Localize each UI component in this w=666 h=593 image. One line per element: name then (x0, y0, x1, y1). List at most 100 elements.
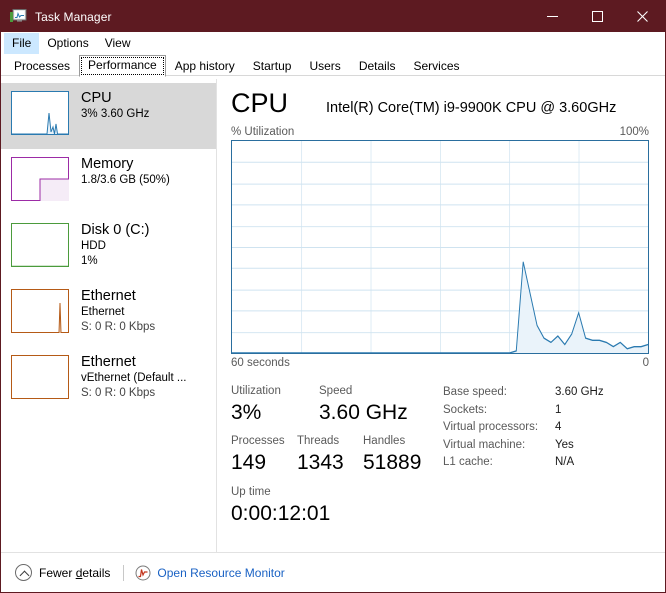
graph-ylabel: % Utilization (231, 126, 295, 138)
stats-area: Utilization 3% Speed 3.60 GHz Processes … (231, 383, 649, 528)
stat-processes-value: 149 (231, 451, 267, 474)
stat-utilization-label: Utilization (231, 385, 281, 397)
stat-speed: Speed 3.60 GHz (319, 383, 429, 427)
tab-users[interactable]: Users (300, 56, 350, 77)
stat-processes: Processes 149 (231, 433, 297, 477)
info-value-base-speed: 3.60 GHz (555, 386, 604, 398)
system-info-list: Base speed: 3.60 GHz Sockets: 1 Virtual … (443, 383, 649, 528)
sidebar-disk-text: Disk 0 (C:) HDD 1% (81, 220, 149, 269)
stat-processes-label: Processes (231, 435, 285, 447)
window-title: Task Manager (35, 9, 112, 24)
disk-thumbnail-icon (11, 223, 69, 267)
sidebar-ethernet-1-sub1: Ethernet (81, 306, 125, 318)
open-resource-monitor-link[interactable]: Open Resource Monitor (135, 565, 285, 581)
cpu-graph-canvas (232, 141, 648, 353)
graph-axis-labels: % Utilization 100% (231, 126, 649, 138)
tab-performance[interactable]: Performance (79, 55, 166, 77)
stat-handles-value: 51889 (363, 451, 422, 474)
info-row-virtual-machine: Virtual machine: Yes (443, 437, 649, 455)
sidebar-disk-sub1: HDD (81, 240, 106, 252)
stat-utilization: Utilization 3% (231, 383, 319, 427)
chevron-up-circle-icon (15, 564, 32, 581)
performance-pane: CPU Intel(R) Core(TM) i9-9900K CPU @ 3.6… (217, 79, 665, 552)
sidebar-item-ethernet-2[interactable]: Ethernet vEthernet (Default ... S: 0 R: … (1, 347, 216, 413)
sidebar-item-memory[interactable]: Memory 1.8/3.6 GB (50%) (1, 149, 216, 215)
info-label-l1-cache: L1 cache: (443, 456, 493, 468)
graph-xlabel-left: 60 seconds (231, 357, 290, 369)
menu-bar: File Options View (1, 32, 665, 54)
sidebar-cpu-title: CPU (81, 90, 112, 106)
stat-speed-value: 3.60 GHz (319, 401, 408, 424)
cpu-header: CPU Intel(R) Core(TM) i9-9900K CPU @ 3.6… (231, 87, 649, 119)
tab-startup[interactable]: Startup (243, 56, 301, 77)
cpu-utilization-graph[interactable] (231, 140, 649, 354)
stat-threads-value: 1343 (297, 451, 344, 474)
sidebar-item-ethernet-1[interactable]: Ethernet Ethernet S: 0 R: 0 Kbps (1, 281, 216, 347)
sidebar-item-disk[interactable]: Disk 0 (C:) HDD 1% (1, 215, 216, 281)
stat-handles: Handles 51889 (363, 433, 443, 477)
tab-services[interactable]: Services (404, 56, 469, 77)
stat-handles-label: Handles (363, 435, 406, 447)
graph-xlabel-right: 0 (642, 357, 649, 369)
graph-ymax-label: 100% (619, 126, 649, 138)
sidebar-item-cpu[interactable]: CPU 3% 3.60 GHz (1, 83, 216, 149)
menu-item-view[interactable]: View (97, 33, 139, 54)
page-title: CPU (231, 88, 289, 118)
info-value-sockets: 1 (555, 403, 562, 416)
content-area: CPU 3% 3.60 GHz Memory 1.8/3.6 GB (50%) (1, 79, 665, 552)
stats-row-1: Utilization 3% Speed 3.60 GHz (231, 383, 443, 427)
stats-left-column: Utilization 3% Speed 3.60 GHz Processes … (231, 383, 443, 528)
tab-strip: Processes Performance App history Startu… (1, 54, 665, 77)
title-bar: Task Manager (1, 1, 665, 32)
sidebar-ethernet-2-title: Ethernet (81, 354, 136, 370)
fewer-details-button[interactable]: Fewer details (15, 564, 110, 581)
footer-separator (123, 564, 125, 581)
info-value-l1-cache: N/A (555, 456, 575, 468)
stat-uptime-value: 0:00:12:01 (231, 502, 331, 525)
tab-details[interactable]: Details (349, 56, 405, 77)
fewer-details-label: Fewer details (39, 566, 110, 580)
task-manager-icon (10, 9, 27, 24)
sidebar-cpu-text: CPU 3% 3.60 GHz (81, 88, 149, 122)
resource-sidebar: CPU 3% 3.60 GHz Memory 1.8/3.6 GB (50%) (1, 79, 217, 552)
sidebar-disk-title: Disk 0 (C:) (81, 222, 150, 238)
sidebar-ethernet-1-text: Ethernet Ethernet S: 0 R: 0 Kbps (81, 286, 155, 335)
sidebar-disk-sub2: 1% (81, 255, 98, 267)
stats-row-2: Processes 149 Threads 1343 Handles 51889 (231, 433, 443, 477)
sidebar-ethernet-1-title: Ethernet (81, 288, 136, 304)
info-row-virtual-processors: Virtual processors: 4 (443, 419, 649, 437)
sidebar-memory-sub: 1.8/3.6 GB (50%) (81, 174, 170, 186)
tab-processes[interactable]: Processes (5, 56, 80, 77)
info-row-sockets: Sockets: 1 (443, 402, 649, 420)
info-value-virtual-machine: Yes (555, 438, 574, 451)
menu-item-options[interactable]: Options (39, 33, 96, 54)
maximize-icon[interactable] (575, 1, 620, 32)
stat-threads: Threads 1343 (297, 433, 363, 477)
info-label-base-speed: Base speed: (443, 386, 507, 398)
fewer-details-post: etails (82, 565, 111, 580)
menu-item-file[interactable]: File (4, 32, 40, 54)
info-label-virtual-machine: Virtual machine: (443, 438, 526, 451)
sidebar-memory-text: Memory 1.8/3.6 GB (50%) (81, 154, 170, 188)
info-value-virtual-processors: 4 (555, 421, 562, 433)
tab-app-history[interactable]: App history (165, 56, 244, 77)
stats-row-3: Up time 0:00:12:01 (231, 484, 443, 528)
info-label-sockets: Sockets: (443, 403, 488, 416)
stat-speed-label: Speed (319, 385, 353, 397)
sidebar-cpu-sub: 3% 3.60 GHz (81, 108, 150, 120)
open-resource-monitor-label: Open Resource Monitor (157, 565, 285, 580)
sidebar-ethernet-2-sub1: vEthernet (Default ... (81, 372, 187, 384)
info-row-l1-cache: L1 cache: N/A (443, 454, 649, 472)
resource-monitor-icon (135, 565, 151, 581)
graph-time-labels: 60 seconds 0 (231, 357, 649, 369)
stat-threads-label: Threads (297, 435, 340, 447)
ethernet-1-thumbnail-icon (11, 289, 69, 333)
info-label-virtual-processors: Virtual processors: (443, 421, 539, 433)
stat-utilization-value: 3% (231, 401, 262, 424)
footer-bar: Fewer details Open Resource Monitor (1, 552, 665, 592)
sidebar-ethernet-2-text: Ethernet vEthernet (Default ... S: 0 R: … (81, 352, 186, 401)
stat-uptime: Up time 0:00:12:01 (231, 484, 330, 528)
close-icon[interactable] (620, 1, 665, 32)
info-row-base-speed: Base speed: 3.60 GHz (443, 384, 649, 402)
minimize-icon[interactable] (530, 1, 575, 32)
